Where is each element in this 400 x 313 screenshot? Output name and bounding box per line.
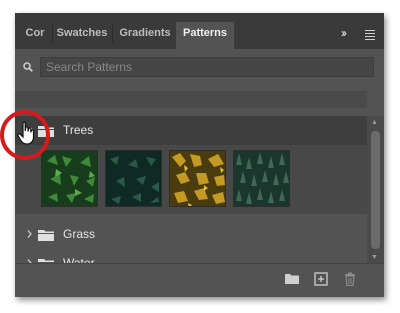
divider-strip bbox=[15, 91, 367, 108]
tab-color[interactable]: Cor bbox=[19, 22, 51, 49]
green-leaves-pattern bbox=[42, 151, 97, 206]
yellow-autumn-trees-pattern bbox=[170, 151, 225, 206]
panel-tab-bar: Cor Swatches Gradients Patterns ›› bbox=[15, 13, 384, 49]
scroll-thumb[interactable] bbox=[371, 131, 380, 249]
trees-pattern-thumbnails bbox=[15, 145, 367, 214]
pattern-thumbnail[interactable] bbox=[105, 150, 162, 207]
search-icon bbox=[23, 62, 33, 72]
new-group-icon[interactable] bbox=[285, 272, 299, 286]
pattern-thumbnail[interactable] bbox=[169, 150, 226, 207]
search-placeholder: Search Patterns bbox=[46, 60, 133, 74]
tab-gradients[interactable]: Gradients bbox=[113, 22, 177, 49]
tab-patterns[interactable]: Patterns bbox=[176, 22, 234, 49]
panel-footer bbox=[15, 263, 384, 297]
pattern-list: Trees Grass bbox=[15, 116, 367, 270]
trash-icon[interactable] bbox=[343, 272, 357, 286]
tab-swatches[interactable]: Swatches bbox=[53, 22, 111, 49]
hand-cursor-icon bbox=[17, 121, 35, 145]
group-label: Grass bbox=[63, 227, 96, 241]
pattern-thumbnail[interactable] bbox=[41, 150, 98, 207]
new-pattern-icon[interactable] bbox=[314, 272, 328, 286]
group-row-trees[interactable]: Trees bbox=[15, 116, 367, 145]
dark-green-leaves-pattern bbox=[106, 151, 161, 206]
scroll-down-arrow-icon[interactable]: ▼ bbox=[371, 254, 378, 261]
panel-menu-icon[interactable] bbox=[365, 30, 375, 42]
group-row-grass[interactable]: Grass bbox=[15, 220, 367, 249]
pattern-thumbnail[interactable] bbox=[233, 150, 290, 207]
scrollbar[interactable]: ▲ ▼ bbox=[367, 116, 384, 266]
scroll-up-arrow-icon[interactable]: ▲ bbox=[371, 119, 378, 126]
search-row: Search Patterns bbox=[15, 49, 384, 89]
expand-panels-icon[interactable]: ›› bbox=[341, 26, 347, 40]
pine-forest-pattern bbox=[234, 151, 289, 206]
patterns-panel: Cor Swatches Gradients Patterns ›› Searc… bbox=[15, 13, 384, 297]
chevron-right-icon[interactable] bbox=[26, 229, 33, 239]
folder-icon bbox=[38, 230, 54, 241]
group-label: Trees bbox=[63, 123, 94, 137]
search-input[interactable]: Search Patterns bbox=[40, 57, 374, 77]
